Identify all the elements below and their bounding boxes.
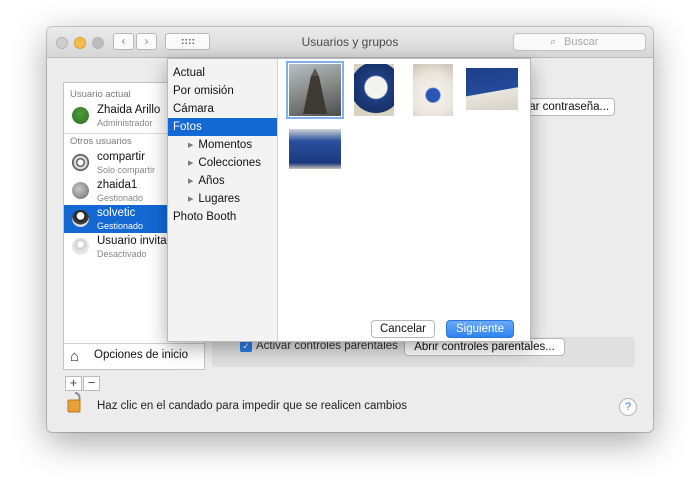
user-role: Desactivado — [97, 249, 147, 259]
source-actual[interactable]: Actual — [168, 64, 277, 82]
source-photo-booth[interactable]: Photo Booth — [168, 208, 277, 226]
lock-message: Haz clic en el candado para impedir que … — [97, 400, 408, 412]
photo-thumbnail[interactable] — [466, 68, 518, 110]
add-user-button[interactable]: + — [65, 376, 82, 391]
source-label: Lugares — [198, 193, 240, 205]
photo-thumbnail[interactable] — [286, 61, 344, 119]
source-moments[interactable]: ▶ Momentos — [168, 136, 277, 154]
search-placeholder: Buscar — [564, 36, 599, 48]
search-icon: ⌕ — [550, 36, 557, 48]
login-options-label: Opciones de inicio — [94, 349, 188, 361]
user-name: zhaida1 — [97, 179, 138, 191]
next-button[interactable]: Siguiente — [446, 320, 514, 338]
disclosure-triangle-icon[interactable]: ▶ — [188, 160, 193, 167]
current-user-header: Usuario actual — [70, 89, 131, 100]
house-icon: ⌂ — [70, 348, 80, 365]
source-collections[interactable]: ▶ Colecciones — [168, 154, 277, 172]
photo-thumbnail[interactable] — [354, 64, 394, 116]
source-label: Momentos — [198, 139, 253, 151]
source-label: Años — [198, 175, 225, 187]
source-label: Actual — [173, 67, 205, 79]
disclosure-triangle-icon[interactable]: ▶ — [188, 142, 193, 149]
disclosure-triangle-icon[interactable]: ▶ — [188, 196, 193, 203]
checkmark-icon: ✓ — [242, 341, 250, 351]
avatar — [72, 210, 89, 227]
source-photos[interactable]: Fotos — [168, 118, 277, 136]
user-role: Administrador — [97, 118, 153, 128]
source-default[interactable]: Por omisión — [168, 82, 277, 100]
user-name: solvetic — [97, 207, 136, 219]
user-name: Zhaida Arillo — [97, 104, 161, 116]
lock-icon[interactable] — [67, 391, 83, 413]
user-role: Solo compartir — [97, 165, 156, 175]
avatar — [72, 154, 89, 171]
photo-thumbnail[interactable] — [289, 129, 341, 169]
photo-thumbnail[interactable] — [413, 64, 453, 116]
avatar — [72, 238, 89, 255]
source-label: Cámara — [173, 103, 214, 115]
user-name: compartir — [97, 151, 145, 163]
picture-picker-dialog: Actual Por omisión Cámara Fotos ▶ Momento… — [167, 58, 531, 342]
help-button[interactable]: ? — [619, 398, 637, 416]
search-field[interactable]: ⌕ Buscar — [513, 33, 646, 51]
source-label: Colecciones — [198, 157, 262, 169]
source-label: Photo Booth — [173, 211, 237, 223]
login-options-row[interactable]: ⌂ Opciones de inicio — [64, 343, 204, 369]
photo-image — [303, 68, 327, 114]
disclosure-triangle-icon[interactable]: ▶ — [188, 178, 193, 185]
user-role: Gestionado — [97, 221, 144, 231]
avatar — [72, 107, 89, 124]
avatar — [72, 182, 89, 199]
other-users-header: Otros usuarios — [70, 136, 132, 147]
picture-source-list: Actual Por omisión Cámara Fotos ▶ Momento… — [168, 59, 278, 341]
source-label: Por omisión — [173, 85, 234, 97]
source-camera[interactable]: Cámara — [168, 100, 277, 118]
source-places[interactable]: ▶ Lugares — [168, 190, 277, 208]
cancel-button[interactable]: Cancelar — [371, 320, 435, 338]
title-bar: ‹ › Usuarios y grupos ⌕ Buscar — [47, 27, 653, 58]
source-years[interactable]: ▶ Años — [168, 172, 277, 190]
source-label: Fotos — [173, 121, 202, 133]
user-role: Gestionado — [97, 193, 144, 203]
remove-user-button[interactable]: − — [83, 376, 100, 391]
